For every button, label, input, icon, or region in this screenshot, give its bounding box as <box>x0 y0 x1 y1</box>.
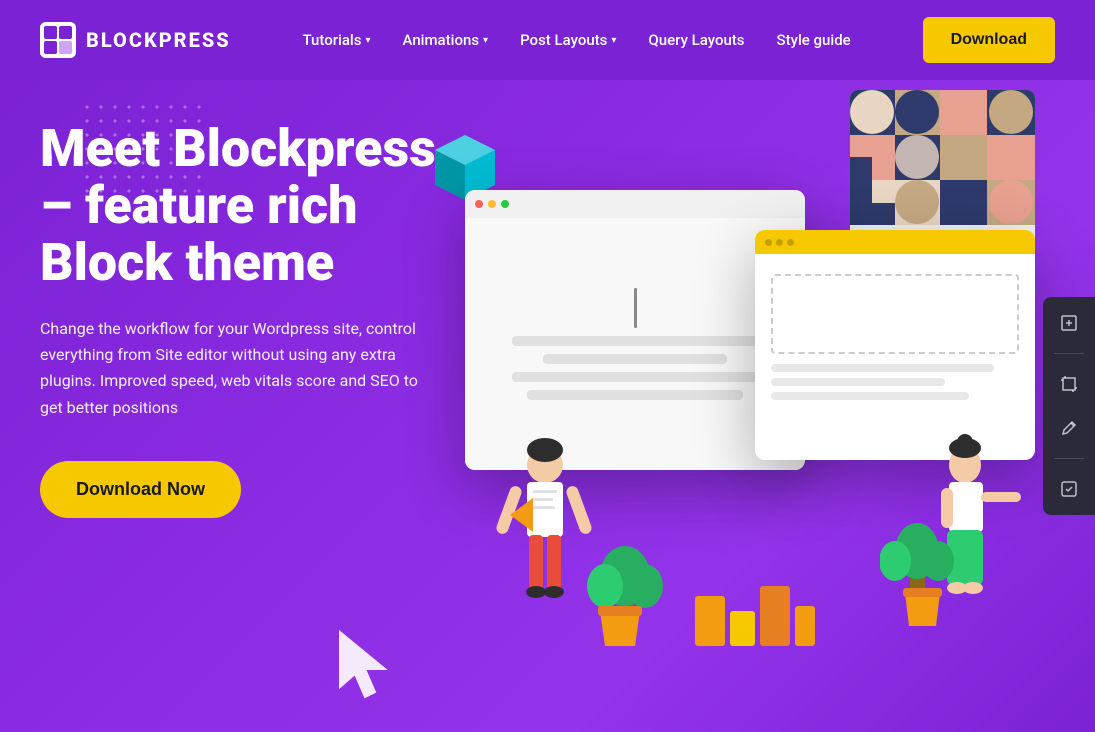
toolbar-icon-shape[interactable] <box>1055 475 1083 503</box>
nav-item-query-layouts[interactable]: Query Layouts <box>648 31 744 49</box>
nav-item-style-guide[interactable]: Style guide <box>777 31 851 49</box>
hero-description: Change the workflow for your Wordpress s… <box>40 316 420 422</box>
cursor-icon <box>634 288 637 328</box>
right-toolbar <box>1043 297 1095 515</box>
chevron-down-icon: ▾ <box>483 35 488 46</box>
browser-line <box>527 390 743 400</box>
browser-dot <box>765 239 772 246</box>
nav-link-post-layouts[interactable]: Post Layouts ▾ <box>520 31 616 49</box>
toolbar-divider <box>1054 458 1084 459</box>
browser-line <box>512 336 758 346</box>
navbar: BLOCKPRESS Tutorials ▾ Animations ▾ Post… <box>0 0 1095 80</box>
nav-link-tutorials[interactable]: Tutorials ▾ <box>303 31 371 49</box>
brand-name: BLOCKPRESS <box>86 28 231 52</box>
browser-bar-right <box>755 230 1035 254</box>
browser-line <box>771 392 969 400</box>
browser-dot <box>776 239 783 246</box>
cursor-arrow-decoration <box>330 622 410 712</box>
browser-line <box>512 372 758 382</box>
browser-dot-red <box>475 200 483 208</box>
nav-item-post-layouts[interactable]: Post Layouts ▾ <box>520 31 616 49</box>
toolbar-icon-edit[interactable] <box>1055 414 1083 442</box>
chevron-down-icon: ▾ <box>611 35 616 46</box>
plant-pot-right <box>900 588 945 630</box>
nav-link-style-guide[interactable]: Style guide <box>777 31 851 49</box>
hero-text-block: Meet Blockpress – feature rich Block the… <box>40 120 440 518</box>
hero-title: Meet Blockpress – feature rich Block the… <box>40 120 440 292</box>
logo[interactable]: BLOCKPRESS <box>40 22 231 58</box>
logo-icon <box>40 22 76 58</box>
browser-dot <box>787 239 794 246</box>
browser-line <box>543 354 728 364</box>
browser-dot-yellow <box>488 200 496 208</box>
browser-dot-green <box>501 200 509 208</box>
geometric-art-tile <box>850 90 1035 245</box>
nav-item-animations[interactable]: Animations ▾ <box>403 31 489 49</box>
browser-bar-left <box>465 190 805 218</box>
nav-links: Tutorials ▾ Animations ▾ Post Layouts ▾ … <box>303 31 851 49</box>
plant-pot-left <box>595 606 645 650</box>
toolbar-icon-transform[interactable] <box>1055 309 1083 337</box>
hero-section: Meet Blockpress – feature rich Block the… <box>0 80 1095 732</box>
dashed-placeholder <box>771 274 1019 354</box>
toolbar-icon-crop[interactable] <box>1055 370 1083 398</box>
browser-lines-right <box>755 364 1035 400</box>
browser-line <box>771 364 994 372</box>
nav-item-tutorials[interactable]: Tutorials ▾ <box>303 31 371 49</box>
toolbar-divider <box>1054 353 1084 354</box>
browser-line <box>771 378 945 386</box>
download-button[interactable]: Download <box>923 17 1055 63</box>
chevron-down-icon: ▾ <box>365 35 370 46</box>
download-now-button[interactable]: Download Now <box>40 461 241 518</box>
nav-link-animations[interactable]: Animations ▾ <box>403 31 489 49</box>
decorative-blocks <box>695 566 815 650</box>
hero-illustration <box>455 90 1035 670</box>
nav-link-query-layouts[interactable]: Query Layouts <box>648 31 744 49</box>
